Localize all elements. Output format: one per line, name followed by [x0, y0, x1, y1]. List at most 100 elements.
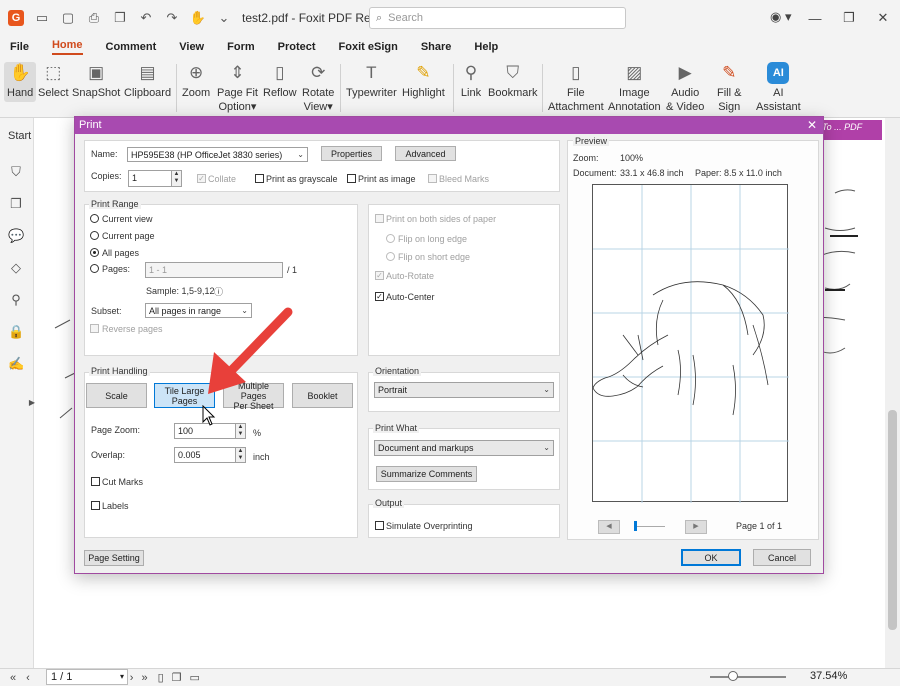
reverse-pages-checkbox[interactable] [90, 324, 99, 333]
comments-panel-icon[interactable]: 💬 [8, 228, 24, 244]
layers-panel-icon[interactable]: ◇ [8, 260, 24, 276]
menu-help[interactable]: Help [474, 41, 498, 53]
image-annotation-button[interactable]: ▨ Image Annotation [608, 62, 661, 114]
foxit-logo-icon[interactable]: G [8, 10, 24, 26]
print-icon[interactable]: ⎙ [86, 10, 102, 26]
fill-sign-button[interactable]: ✎ Fill & Sign [717, 62, 741, 114]
menu-home[interactable]: Home [51, 39, 83, 55]
cut-marks-checkbox[interactable] [91, 477, 100, 486]
current-page-radio[interactable] [90, 231, 99, 240]
copy-icon[interactable]: ❐ [112, 10, 128, 26]
scale-button[interactable]: Scale [86, 383, 147, 408]
cancel-button[interactable]: Cancel [753, 549, 811, 566]
menu-comment[interactable]: Comment [106, 41, 157, 53]
bookmark-button[interactable]: ⛉ Bookmark [488, 62, 538, 100]
booklet-button[interactable]: Booklet [292, 383, 353, 408]
next-preview-button[interactable]: ▶ [685, 520, 707, 534]
all-pages-radio[interactable] [90, 248, 99, 257]
menu-share[interactable]: Share [421, 41, 452, 53]
labels-checkbox[interactable] [91, 501, 100, 510]
prev-preview-button[interactable]: ◀ [598, 520, 620, 534]
minimize-button[interactable]: — [798, 11, 832, 26]
printer-select[interactable]: HP595E38 (HP OfficeJet 3830 series) ⌄ [127, 147, 308, 162]
scrollbar-thumb[interactable] [888, 410, 897, 630]
properties-button[interactable]: Properties [321, 146, 382, 161]
overlap-stepper[interactable]: ▲ ▼ [235, 448, 245, 462]
chevron-down-icon[interactable]: ⌄ [216, 10, 232, 26]
save-icon[interactable]: ▢ [60, 10, 76, 26]
prev-page-icon[interactable]: ‹ [26, 672, 30, 684]
menu-foxit-esign[interactable]: Foxit eSign [339, 41, 398, 53]
orientation-select[interactable]: Portrait ⌄ [374, 382, 554, 398]
advanced-button[interactable]: Advanced [395, 146, 456, 161]
rotate-view-button[interactable]: ⟳ Rotate View▾ [302, 62, 334, 114]
file-attachment-button[interactable]: ▯ File Attachment [548, 62, 604, 114]
select-tool-button[interactable]: ⬚ Select [38, 62, 69, 100]
attachments-panel-icon[interactable]: ⚲ [8, 292, 24, 308]
info-icon[interactable]: ⓘ [214, 285, 223, 298]
menu-form[interactable]: Form [227, 41, 255, 53]
last-page-icon[interactable]: » [141, 672, 147, 684]
auto-center-checkbox[interactable]: ✓ [375, 292, 384, 301]
simulate-overprinting-checkbox[interactable] [375, 521, 384, 530]
zoom-slider[interactable] [710, 676, 786, 678]
bookmark-panel-icon[interactable]: ⛉ [8, 164, 24, 180]
signature-panel-icon[interactable]: ✍ [8, 356, 24, 372]
page-setting-button[interactable]: Page Setting [84, 550, 144, 566]
search-input[interactable]: ⌕ Search [369, 7, 626, 29]
undo-icon[interactable]: ↶ [138, 10, 154, 26]
page-number-input[interactable]: 1 / 1 ▾ [46, 669, 128, 685]
preview-slider[interactable] [637, 526, 665, 527]
start-tab[interactable]: Start [8, 130, 31, 142]
open-folder-icon[interactable]: ▭ [34, 10, 50, 26]
promo-banner[interactable]: To ... PDF [818, 120, 882, 140]
zoom-slider-knob[interactable] [728, 671, 738, 681]
restore-button[interactable]: ❐ [832, 10, 866, 26]
close-icon[interactable]: ✕ [807, 117, 817, 134]
single-page-icon[interactable]: ▯ [158, 671, 164, 684]
flip-long-radio[interactable] [386, 234, 395, 243]
close-button[interactable]: ✕ [866, 10, 900, 26]
first-page-icon[interactable]: « [10, 672, 16, 684]
cut-marks-label: Cut Marks [102, 477, 144, 487]
auto-rotate-checkbox[interactable]: ✓ [375, 271, 384, 280]
zoom-level[interactable]: 37.54% [810, 670, 847, 682]
redo-icon[interactable]: ↷ [164, 10, 180, 26]
security-panel-icon[interactable]: 🔒 [8, 324, 24, 340]
next-page-icon[interactable]: › [130, 672, 134, 684]
pages-range-input[interactable]: 1 - 1 [145, 262, 283, 278]
menu-protect[interactable]: Protect [278, 41, 316, 53]
facing-page-icon[interactable]: ▭ [190, 671, 200, 684]
page-zoom-stepper[interactable]: ▲ ▼ [235, 424, 245, 438]
link-button[interactable]: ⚲ Link [460, 62, 482, 100]
preview-label: Preview [573, 136, 610, 146]
audio-video-button[interactable]: ▶ Audio & Video [666, 62, 704, 114]
both-sides-checkbox[interactable] [375, 214, 384, 223]
page-fit-option-button[interactable]: ⇕ Page Fit Option▾ [217, 62, 258, 114]
ok-button[interactable]: OK [681, 549, 741, 566]
clipboard-button[interactable]: ▤ Clipboard [124, 62, 171, 100]
user-account-icon[interactable]: ◉ ▾ [770, 9, 791, 25]
continuous-page-icon[interactable]: ❐ [172, 671, 182, 684]
copies-stepper[interactable]: ▲ ▼ [171, 171, 181, 186]
snapshot-button[interactable]: ▣ SnapShot [72, 62, 120, 100]
hand-tool-button[interactable]: ✋ Hand [4, 62, 37, 102]
print-as-image-checkbox[interactable] [347, 174, 356, 183]
ai-assistant-button[interactable]: AI AI Assistant [756, 62, 801, 114]
print-what-select[interactable]: Document and markups ⌄ [374, 440, 554, 456]
pages-radio[interactable] [90, 264, 99, 273]
summarize-comments-button[interactable]: Summarize Comments [376, 466, 477, 482]
menu-file[interactable]: File [10, 41, 29, 53]
pages-panel-icon[interactable]: ❐ [8, 196, 24, 212]
hand-tool-icon[interactable]: ✋ [190, 10, 206, 26]
highlight-button[interactable]: ✎ Highlight [402, 62, 445, 100]
grayscale-checkbox[interactable] [255, 174, 264, 183]
current-view-radio[interactable] [90, 214, 99, 223]
flip-short-radio[interactable] [386, 252, 395, 261]
reflow-button[interactable]: ▯ Reflow [263, 62, 297, 100]
bleed-marks-checkbox[interactable] [428, 174, 437, 183]
typewriter-button[interactable]: T Typewriter [346, 62, 397, 100]
collate-checkbox[interactable]: ✓ [197, 174, 206, 183]
menu-view[interactable]: View [179, 41, 204, 53]
zoom-button[interactable]: ⊕ Zoom [182, 62, 210, 100]
